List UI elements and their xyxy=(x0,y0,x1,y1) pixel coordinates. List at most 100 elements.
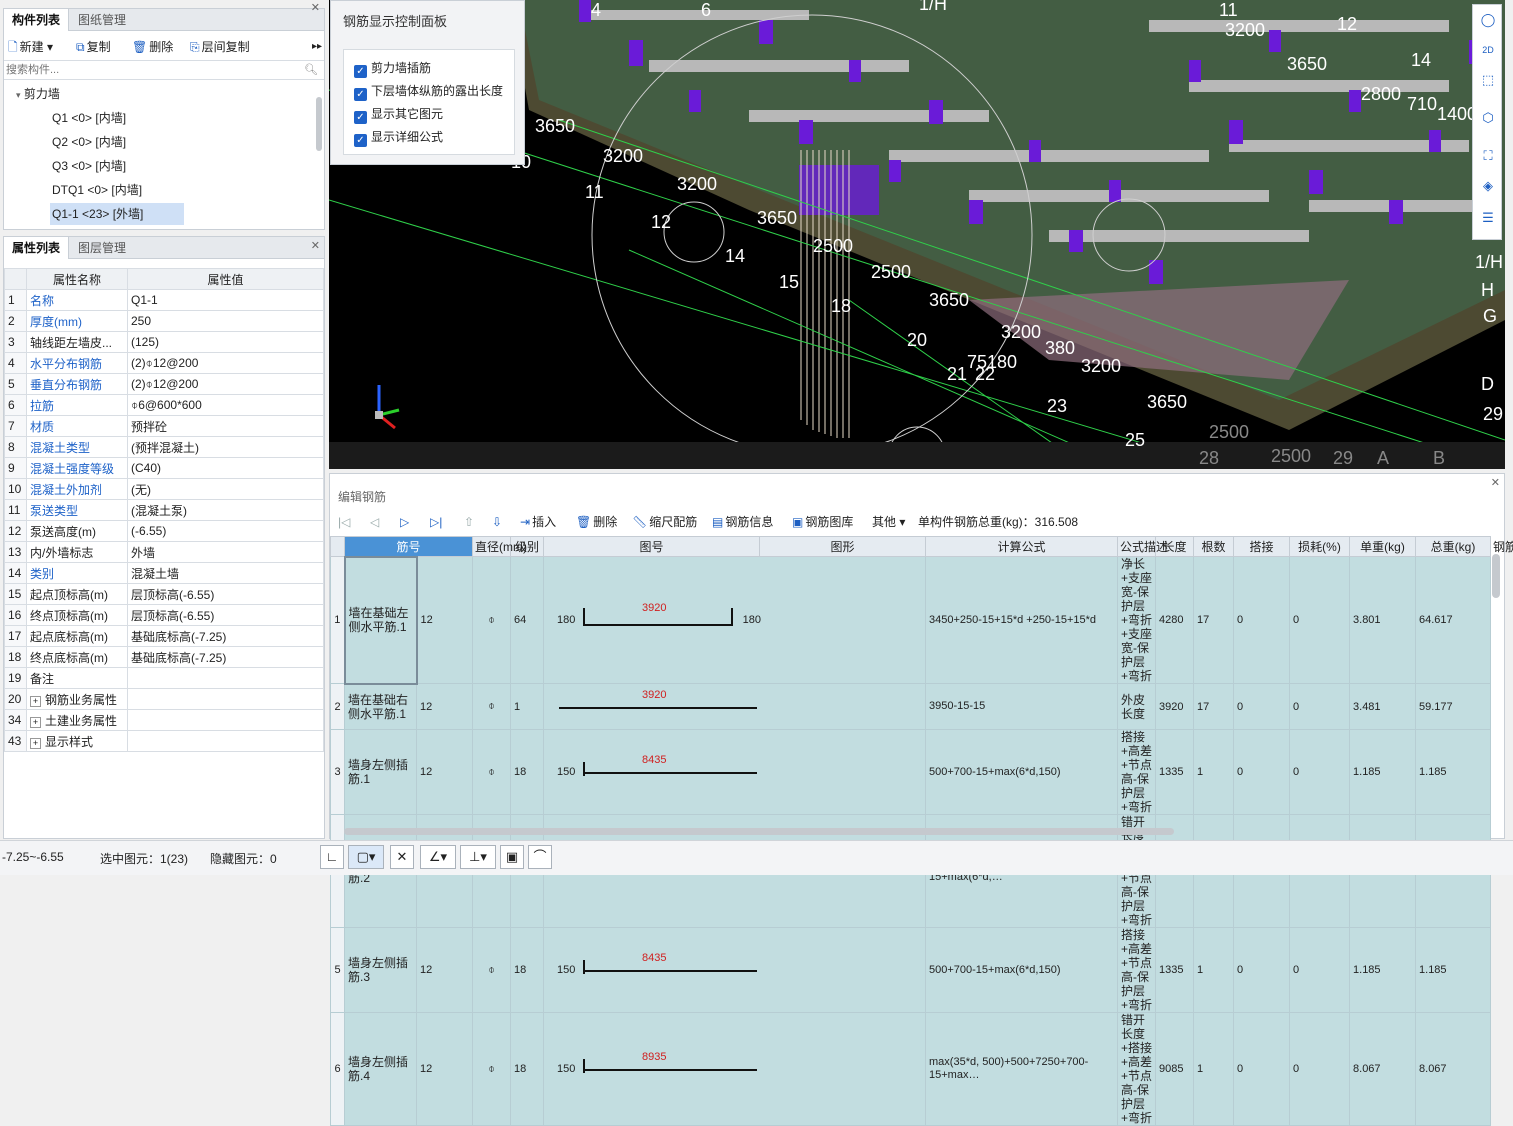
rebar-row[interactable]: 1 墙在基础左侧水平筋.1 12 ⌽ 64 180 3920 180 3450+250-15+1… xyxy=(330,555,1492,685)
property-value[interactable]: (预拌混凝土) xyxy=(127,436,324,458)
fit-view-icon[interactable]: ⛶ xyxy=(1478,146,1498,166)
property-group[interactable]: 43 + 显示样式 xyxy=(4,730,324,752)
rebar-library-button[interactable]: ▣ 钢筋图库 xyxy=(792,510,853,534)
property-row[interactable]: 7 材质 预拌砼 xyxy=(4,415,324,437)
rebar-column-header[interactable]: 直径(mm) xyxy=(472,536,527,557)
rebar-length[interactable]: 3920 xyxy=(1155,683,1195,730)
other-dropdown[interactable]: 其他 ▾ xyxy=(872,510,905,534)
rebar-loss[interactable]: 0 xyxy=(1289,927,1351,1013)
rebar-diameter[interactable]: 12 xyxy=(415,1012,474,1126)
group-name[interactable]: + 钢筋业务属性 xyxy=(26,688,128,710)
tree-item-selected[interactable]: Q1-1 <23> [外墙] xyxy=(50,203,184,225)
rebar-formula[interactable]: 3450+250-15+15*d +250-15+15*d xyxy=(925,556,1119,684)
rebar-column-header[interactable]: 根数 xyxy=(1193,536,1235,557)
rebar-row[interactable]: 5 墙身左侧插筋.3 12 ⌽ 18 150 8435 500+700-15+max(6*d,… xyxy=(330,927,1492,1013)
rebar-info-button[interactable]: ▤ 钢筋信息 xyxy=(712,510,773,534)
option-show-other[interactable]: ✓ 显示其它图元 xyxy=(354,105,443,124)
cube-view-icon[interactable]: ⬡ xyxy=(1478,108,1498,128)
tree-item[interactable]: Q2 <0> [内墙] xyxy=(50,131,128,153)
property-row[interactable]: 9 混凝土强度等级 (C40) xyxy=(4,457,324,479)
property-row[interactable]: 4 水平分布钢筋 (2)⌽12@200 xyxy=(4,352,324,374)
rebar-total-weight[interactable]: 59.177 xyxy=(1415,683,1492,730)
rebar-unit-weight[interactable]: 8.067 xyxy=(1349,1012,1417,1126)
new-button[interactable]: 🗋 新建 ▾ xyxy=(8,35,53,59)
property-value[interactable]: 基础底标高(-7.25) xyxy=(127,646,324,668)
property-value[interactable]: (无) xyxy=(127,478,324,500)
insert-button[interactable]: ⇥ 插入 xyxy=(520,510,556,534)
rebar-row[interactable]: 3 墙身左侧插筋.1 12 ⌽ 18 150 8435 500+700-15+max(6*d,… xyxy=(330,729,1492,815)
rebar-shape[interactable]: 150 8935 xyxy=(543,1012,927,1126)
close-icon[interactable]: ✕ xyxy=(1491,476,1500,489)
property-row[interactable]: 16 终点顶标高(m) 层顶标高(-6.55) xyxy=(4,604,324,626)
rebar-count[interactable]: 1 xyxy=(1193,1012,1235,1126)
rebar-column-header[interactable]: 损耗(%) xyxy=(1289,536,1351,557)
rebar-formula-desc[interactable]: 净长+支座宽-保护层+弯折+支座宽-保护层+弯折 xyxy=(1117,556,1157,684)
rebar-grade[interactable]: ⌽ xyxy=(472,556,512,684)
close-icon[interactable]: ✕ xyxy=(311,1,320,14)
group-name[interactable]: + 土建业务属性 xyxy=(26,709,128,731)
property-row[interactable]: 17 起点底标高(m) 基础底标高(-7.25) xyxy=(4,625,324,647)
rebar-grade[interactable]: ⌽ xyxy=(472,927,512,1013)
rebar-column-header[interactable]: 计算公式 xyxy=(925,536,1119,557)
rebar-count[interactable]: 1 xyxy=(1193,927,1235,1013)
property-row[interactable]: 11 泵送类型 (混凝土泵) xyxy=(4,499,324,521)
rebar-loss[interactable]: 0 xyxy=(1289,556,1351,684)
rebar-name[interactable]: 墙身左侧插筋.4 xyxy=(344,1012,417,1126)
rebar-count[interactable]: 1 xyxy=(1193,729,1235,815)
property-value[interactable]: (C40) xyxy=(127,457,324,479)
checkbox-checked-icon[interactable]: ✓ xyxy=(354,134,367,147)
rebar-row[interactable]: 2 墙在基础右侧水平筋.1 12 ⌽ 1 3920 3950-15-15 外皮长度 3920 17… xyxy=(330,683,1492,730)
tree-item[interactable]: DTQ1 <0> [内墙] xyxy=(50,179,144,201)
rebar-loss[interactable]: 0 xyxy=(1289,729,1351,815)
rebar-column-header[interactable]: 公式描述 xyxy=(1117,536,1168,557)
rebar-diameter[interactable]: 12 xyxy=(415,729,474,815)
delete-rebar-button[interactable]: 🗑 删除 xyxy=(576,510,617,534)
property-value[interactable]: 250 xyxy=(127,310,324,332)
offset-icon[interactable]: ⊥▾ xyxy=(460,845,496,869)
property-value[interactable] xyxy=(127,667,324,689)
property-row[interactable]: 18 终点底标高(m) 基础底标高(-7.25) xyxy=(4,646,324,668)
rebar-lap[interactable]: 0 xyxy=(1233,556,1291,684)
rebar-name[interactable]: 墙身左侧插筋.1 xyxy=(344,729,417,815)
rebar-shape[interactable]: 3920 xyxy=(543,683,927,730)
2d-view-icon[interactable]: 2D xyxy=(1478,40,1498,60)
rebar-lap[interactable]: 0 xyxy=(1233,1012,1291,1126)
property-value[interactable]: (-6.55) xyxy=(127,520,324,542)
rebar-name[interactable]: 墙身左侧插筋.3 xyxy=(344,927,417,1013)
rebar-count[interactable]: 17 xyxy=(1193,556,1235,684)
rebar-formula[interactable]: 3950-15-15 xyxy=(925,683,1119,730)
property-row[interactable]: 10 混凝土外加剂 (无) xyxy=(4,478,324,500)
rebar-length[interactable]: 4280 xyxy=(1155,556,1195,684)
rebar-column-header[interactable]: 图号 xyxy=(543,536,761,557)
tab-drawing-management[interactable]: 图纸管理 xyxy=(70,9,134,31)
rebar-diameter[interactable]: 12 xyxy=(415,683,474,730)
rebar-column-header[interactable]: 筋号 xyxy=(343,536,474,557)
cross-icon[interactable]: ✕ xyxy=(390,845,414,869)
rebar-column-header[interactable]: 级别 xyxy=(510,536,545,557)
rebar-unit-weight[interactable]: 1.185 xyxy=(1349,927,1417,1013)
search-icon[interactable]: 🔍︎ xyxy=(304,63,318,76)
settings-list-icon[interactable]: ☰ xyxy=(1478,208,1498,228)
expand-icon[interactable]: + xyxy=(30,716,41,728)
property-row[interactable]: 13 内/外墙标志 外墙 xyxy=(4,541,324,563)
rebar-figure-no[interactable]: 18 xyxy=(510,927,545,1013)
option-lower-wall-exposed[interactable]: ✓ 下层墙体纵筋的露出长度 xyxy=(354,82,503,101)
property-value[interactable]: 外墙 xyxy=(127,541,324,563)
property-row[interactable]: 8 混凝土类型 (预拌混凝土) xyxy=(4,436,324,458)
tab-component-list[interactable]: 构件列表 xyxy=(4,9,70,31)
dynamic-view-icon[interactable]: ◈ xyxy=(1478,176,1498,196)
angle-icon[interactable]: ∠▾ xyxy=(420,845,456,869)
group-name[interactable]: + 显示样式 xyxy=(26,730,128,752)
close-icon[interactable]: ✕ xyxy=(311,239,320,252)
property-value[interactable]: (2)⌽12@200 xyxy=(127,352,324,374)
checkbox-checked-icon[interactable]: ✓ xyxy=(354,111,367,124)
rebar-unit-weight[interactable]: 3.801 xyxy=(1349,556,1417,684)
rebar-length[interactable]: 9085 xyxy=(1155,1012,1195,1126)
3d-viewport[interactable]: 4 6 1/H 11 3200 12 14 3650 2800 710 1400 3650 3200 32… xyxy=(329,0,1505,469)
rebar-grade[interactable]: ⌽ xyxy=(472,683,512,730)
property-row[interactable]: 15 起点顶标高(m) 层顶标高(-6.55) xyxy=(4,583,324,605)
rebar-length[interactable]: 1335 xyxy=(1155,927,1195,1013)
tree-root[interactable]: ▾ 剪力墙 xyxy=(16,83,60,105)
rebar-formula[interactable]: max(35*d, 500)+500+7250+700-15+max… xyxy=(925,1012,1119,1126)
rebar-total-weight[interactable]: 8.067 xyxy=(1415,1012,1492,1126)
